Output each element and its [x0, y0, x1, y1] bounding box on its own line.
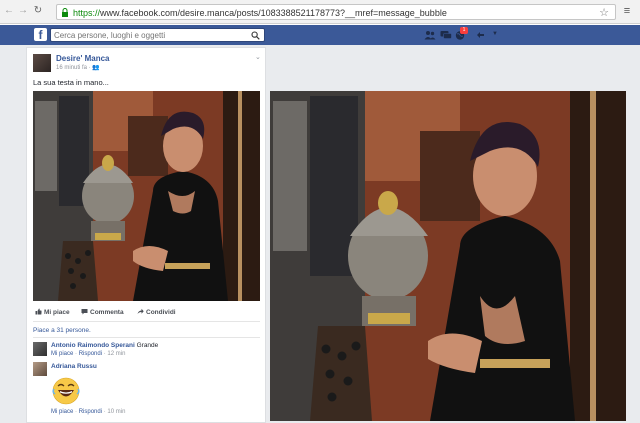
comment-author-adriana[interactable]: Adriana Russu: [51, 363, 97, 370]
facebook-logo[interactable]: f: [34, 28, 47, 42]
lock-icon: [62, 8, 68, 17]
reload-icon[interactable]: ↻: [33, 6, 43, 16]
comment-time[interactable]: 12 min: [107, 351, 125, 357]
audience-friends-icon: 👥: [92, 65, 100, 71]
post-options-chevron-icon[interactable]: ⌄: [255, 53, 261, 61]
browser-menu-icon[interactable]: ≡: [621, 5, 633, 17]
browser-toolbar: ← → ↻ https://www.facebook.com/desire.ma…: [0, 0, 640, 24]
photo-woman-with-bust: [33, 91, 260, 301]
likes-count[interactable]: Piace a 31 persone.: [33, 327, 91, 334]
comment-icon: [81, 309, 88, 315]
comment-author-antonio[interactable]: Antonio Raimondo Sperani Grande: [51, 342, 158, 349]
photo-woman-with-bust-large: [270, 91, 626, 421]
post-card: Desire' Manca 16 minuti fa · 👥 ⌄ La sua …: [26, 47, 266, 423]
post-photo[interactable]: [33, 91, 260, 301]
laughing-emoji-sticker: [52, 377, 80, 405]
comment-reply-link[interactable]: Rispondi: [79, 409, 102, 415]
notification-badge: 1: [460, 27, 468, 34]
divider: [33, 321, 260, 322]
thumbs-up-icon: [35, 308, 42, 315]
address-bar[interactable]: https://www.facebook.com/desire.manca/po…: [56, 4, 616, 20]
back-arrow-icon[interactable]: ←: [4, 6, 14, 16]
like-button[interactable]: Mi piace: [35, 308, 70, 316]
comment-button[interactable]: Commenta: [81, 308, 124, 316]
share-arrow-icon: [137, 308, 144, 314]
search-icon[interactable]: [251, 31, 260, 40]
forward-arrow-icon[interactable]: →: [18, 6, 28, 16]
comment-reply-link[interactable]: Rispondi: [79, 351, 102, 357]
comment-like-link[interactable]: Mi piace: [51, 409, 73, 415]
comment-meta: Mi piace · Rispondi · 10 min: [51, 409, 126, 415]
post-actions: Mi piace Commenta Condividi: [33, 306, 260, 320]
comment-meta: Mi piace · Rispondi · 12 min: [51, 351, 126, 357]
commenter-avatar[interactable]: [33, 342, 47, 356]
messages-icon[interactable]: [440, 30, 452, 40]
comment-time[interactable]: 10 min: [107, 409, 125, 415]
commenter-avatar[interactable]: [33, 362, 47, 376]
enlarged-post-photo[interactable]: [270, 91, 626, 421]
post-timestamp[interactable]: 16 minuti fa · 👥: [56, 64, 100, 71]
divider: [33, 337, 260, 338]
search-input[interactable]: [54, 30, 244, 41]
comment-text: Grande: [136, 342, 159, 349]
post-author[interactable]: Desire' Manca: [56, 54, 109, 63]
share-button[interactable]: Condividi: [137, 308, 176, 316]
bookmark-star-icon[interactable]: ☆: [599, 6, 609, 19]
facebook-header: f 1 ▼: [0, 25, 640, 45]
url-text: https://www.facebook.com/desire.manca/po…: [73, 8, 447, 18]
account-dropdown-icon[interactable]: ▼: [492, 31, 498, 37]
search-box[interactable]: [50, 28, 265, 42]
comment-like-link[interactable]: Mi piace: [51, 351, 73, 357]
friend-requests-icon[interactable]: [424, 30, 436, 40]
author-avatar[interactable]: [33, 54, 51, 72]
privacy-shortcuts-icon[interactable]: [476, 30, 488, 40]
post-text: La sua testa in mano...: [33, 78, 109, 87]
